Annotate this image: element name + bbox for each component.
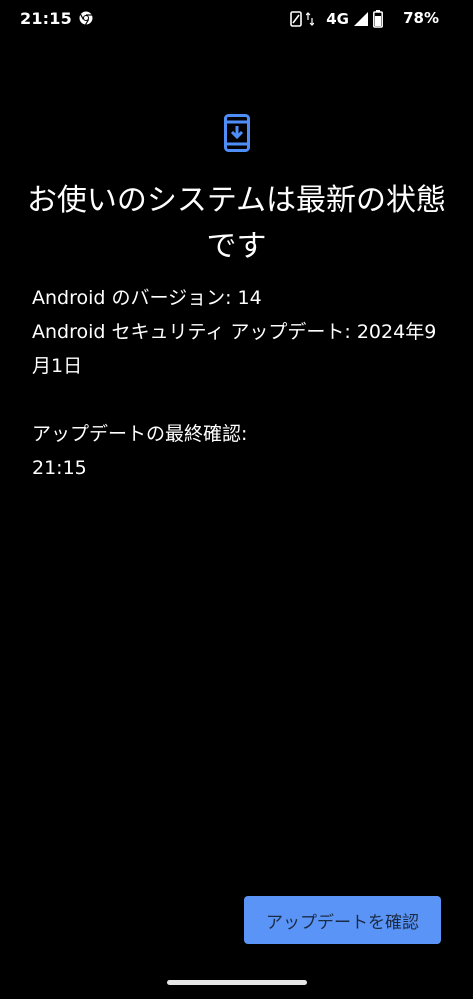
last-check: アップデートの最終確認: 21:15 [32,417,442,485]
battery-percent: 78% [403,9,439,27]
security-update: Android セキュリティ アップデート: 2024年9月1日 [32,321,437,377]
chrome-icon [79,11,93,25]
battery-icon [373,10,383,28]
status-time: 21:15 [20,9,72,28]
last-check-label: アップデートの最終確認: [32,423,248,445]
gesture-nav-handle[interactable] [167,980,307,985]
vibrate-icon [290,11,303,27]
last-check-time: 21:15 [32,457,87,479]
network-type: 4G [326,10,349,28]
status-bar: 21:15 4G 78% [0,0,473,40]
check-update-button[interactable]: アップデートを確認 [244,896,441,944]
status-icons: 4G [289,9,383,29]
signal-icon [354,12,368,26]
system-update-icon [224,114,250,152]
android-version: Android のバージョン: 14 [32,287,262,309]
page-title: お使いのシステムは最新の状態です [26,183,447,264]
data-arrows-icon [306,12,315,26]
